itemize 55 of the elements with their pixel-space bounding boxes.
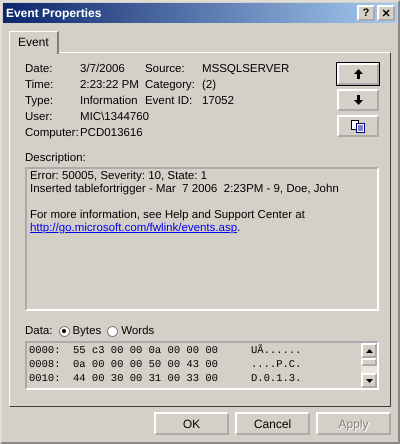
- caret-down-icon: [366, 378, 372, 382]
- hex-bytes-text: 0a 00 00 00 50 00 43 00: [73, 358, 219, 372]
- scrollbar[interactable]: [361, 343, 377, 388]
- field-value: MSSQLSERVER: [202, 63, 290, 75]
- close-button[interactable]: ✕: [377, 5, 395, 21]
- field-value: Information: [80, 95, 139, 107]
- arrow-up-icon: [354, 69, 362, 79]
- offset-text: 0008:: [29, 358, 62, 372]
- dialog-button[interactable]: Cancel: [235, 412, 310, 435]
- offset-text: 0000:: [29, 344, 62, 358]
- next-button[interactable]: [337, 89, 379, 111]
- field-value: 17052: [202, 95, 235, 107]
- data-field[interactable]: 0000: 55 c3 00 00 0a 00 00 00 UÃ...... 0008: 0a 00 00 00 50 00 43 00 ....P.C. 0010: 44 00 30 00 31 00 33 00 D.0.1.3.: [25, 341, 379, 390]
- help-button[interactable]: ?: [357, 5, 375, 21]
- period-text: .: [237, 222, 240, 234]
- field-label: Event ID:: [145, 95, 194, 107]
- field-value: PCD013616: [80, 127, 144, 139]
- field-value: 3/7/2006: [80, 63, 126, 75]
- hex-bytes-text: 55 c3 00 00 0a 00 00 00: [73, 344, 219, 358]
- field-label: Computer:: [25, 127, 80, 139]
- hex-bytes-text: 44 00 30 00 31 00 33 00: [73, 372, 219, 386]
- field-label: Type:: [25, 95, 54, 107]
- radio-button[interactable]: [58, 326, 70, 336]
- caret-up-icon: [366, 348, 372, 352]
- field-label: Category:: [145, 79, 196, 91]
- field-label: User:: [25, 111, 54, 123]
- previous-button[interactable]: [337, 63, 379, 85]
- ascii-text: UÃ......: [251, 344, 302, 358]
- description-field[interactable]: Error: 50005, Severity: 10, State: 1 Inserted tablefortrigger - Mar 7 2006 2:23PM - 9, Doe, John For more information, see Help and Support Center at http://go.microsoft.com/fwlink/events.asp.: [25, 167, 379, 311]
- radio-label[interactable]: Bytes: [72, 325, 102, 337]
- field-label: Date:: [25, 63, 54, 75]
- copy-icon: [351, 120, 365, 132]
- field-value: (2): [202, 79, 218, 91]
- copy-button[interactable]: [337, 115, 379, 137]
- dialog-button[interactable]: OK: [154, 412, 229, 435]
- offset-text: 0010:: [29, 372, 62, 386]
- description-text: Inserted tablefortrigger - Mar 7 2006 2:23PM - 9, Doe, John: [30, 183, 340, 196]
- ascii-text: D.0.1.3.: [251, 372, 302, 386]
- field-value: 2:23:22 PM: [80, 79, 140, 91]
- scroll-thumb[interactable]: [361, 358, 377, 366]
- radio-button[interactable]: [107, 326, 118, 336]
- description-text: For more information, see Help and Support Center at: [30, 209, 306, 222]
- arrow-down-icon: [354, 95, 362, 105]
- field-label: Source:: [145, 63, 186, 75]
- field-label: Time:: [25, 79, 54, 91]
- description-text: Error: 50005, Severity: 10, State: 1: [30, 170, 208, 183]
- description-label: Description:: [25, 152, 87, 164]
- radio-label[interactable]: Words: [121, 325, 154, 337]
- scroll-down-button[interactable]: [361, 373, 377, 388]
- ascii-text: ....P.C.: [251, 358, 302, 372]
- help-link[interactable]: http://go.microsoft.com/fwlink/events.asp: [30, 222, 238, 234]
- scroll-up-button[interactable]: [361, 343, 377, 358]
- tab[interactable]: Event: [9, 31, 59, 54]
- data-label: Data:: [25, 325, 52, 337]
- window-title: Event Properties: [6, 6, 102, 20]
